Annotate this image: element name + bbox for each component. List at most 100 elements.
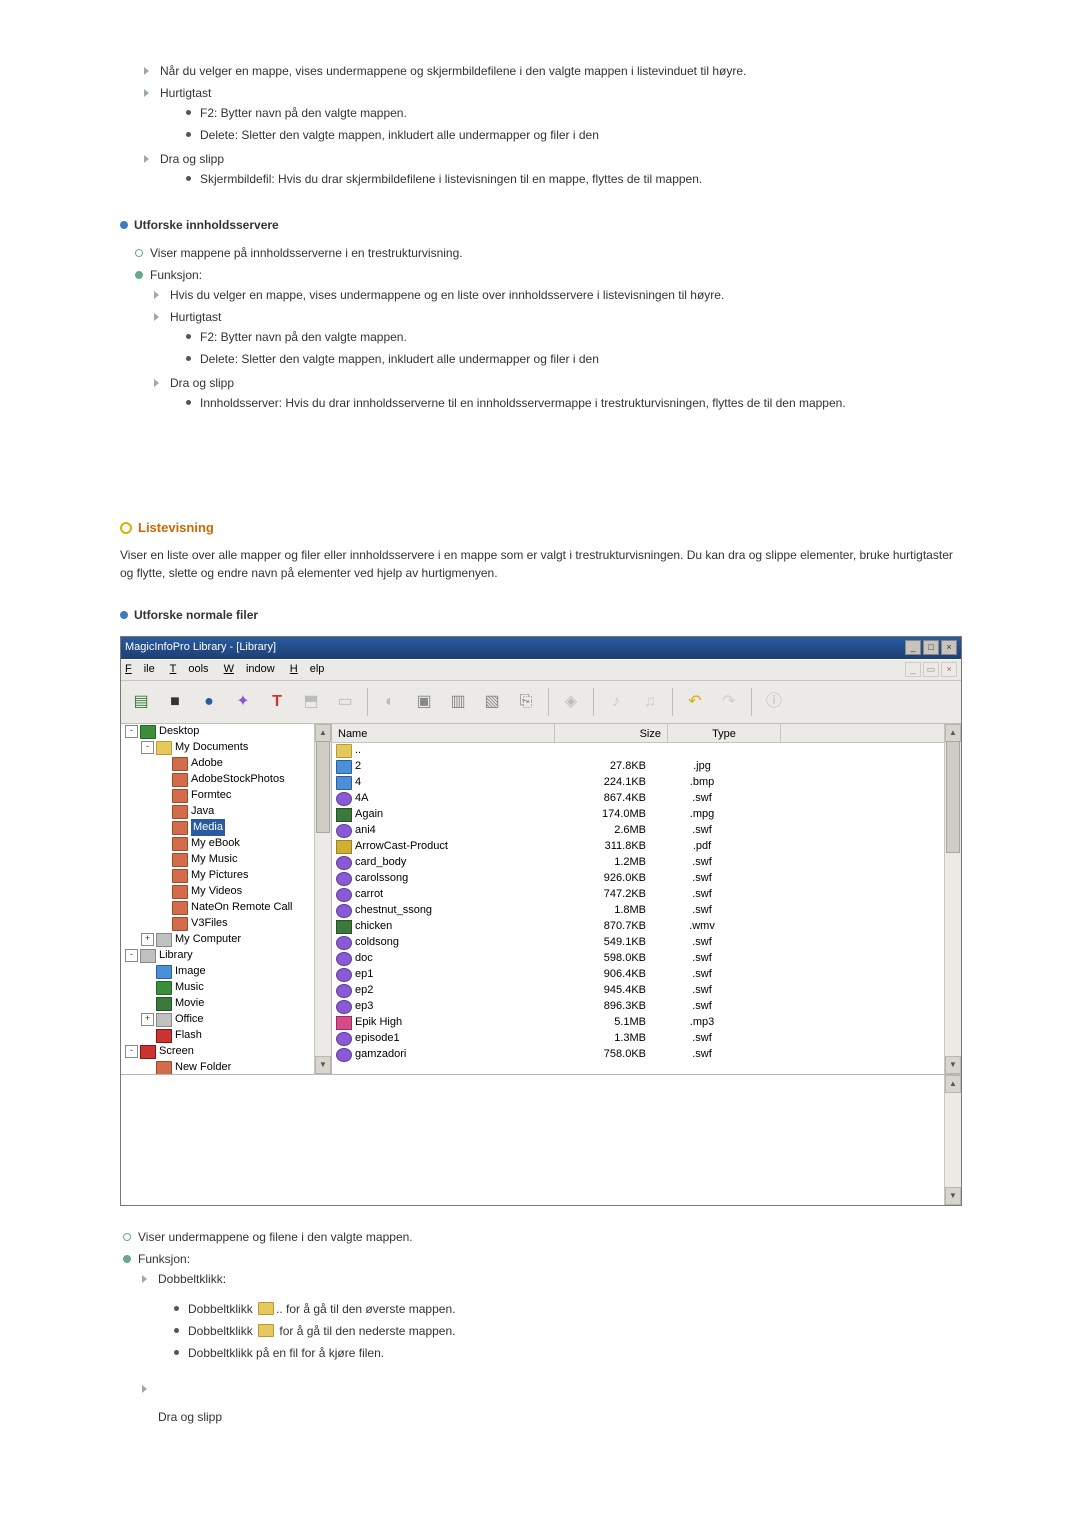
tree-row[interactable]: AdobeStockPhotos bbox=[121, 772, 331, 788]
tool-screen-icon[interactable]: ▤ bbox=[127, 688, 155, 716]
tool-button[interactable]: ● bbox=[195, 688, 223, 716]
img-icon bbox=[336, 776, 352, 790]
tree-row[interactable]: Java bbox=[121, 804, 331, 820]
tool-button[interactable]: ■ bbox=[161, 688, 189, 716]
tree-row[interactable]: NateOn Remote Call bbox=[121, 900, 331, 916]
tool-button[interactable]: ▧ bbox=[478, 688, 506, 716]
file-size: 867.4KB bbox=[546, 790, 652, 807]
file-row[interactable]: carrot747.2KB.swf bbox=[332, 887, 961, 903]
file-row[interactable]: 4A867.4KB.swf bbox=[332, 791, 961, 807]
scroll-down-button[interactable]: ▼ bbox=[945, 1056, 961, 1074]
file-row[interactable]: card_body1.2MB.swf bbox=[332, 855, 961, 871]
scroll-thumb[interactable] bbox=[316, 741, 330, 833]
file-row[interactable]: Again174.0MB.mpg bbox=[332, 807, 961, 823]
tool-button[interactable]: ◈ bbox=[557, 688, 585, 716]
tree-row[interactable]: +Office bbox=[121, 1012, 331, 1028]
tree-label: Screen bbox=[159, 1043, 194, 1060]
file-row[interactable]: chestnut_ssong1.8MB.swf bbox=[332, 903, 961, 919]
tool-button[interactable]: ▥ bbox=[444, 688, 472, 716]
col-name[interactable]: Name bbox=[332, 724, 555, 742]
menu-tools[interactable]: Tools bbox=[170, 663, 209, 675]
file-list[interactable]: ..227.8KB.jpg4224.1KB.bmp4A867.4KB.swfAg… bbox=[332, 743, 961, 1074]
tree-row[interactable]: Media bbox=[121, 820, 331, 836]
intro-item: Dra og slipp Skjermbildefil: Hvis du dra… bbox=[160, 148, 960, 192]
tool-button[interactable]: ⬒ bbox=[297, 688, 325, 716]
maximize-button[interactable]: □ bbox=[923, 640, 939, 655]
list-item: Dobbeltklikk .. for å gå til den øverste… bbox=[188, 1298, 960, 1320]
mdi-minimize[interactable]: _ bbox=[905, 662, 921, 677]
list-pane: Name Size Type ..227.8KB.jpg4224.1KB.bmp… bbox=[332, 724, 961, 1074]
file-row[interactable]: chicken870.7KB.wmv bbox=[332, 919, 961, 935]
expand-toggle[interactable]: - bbox=[125, 1045, 138, 1058]
file-row[interactable]: episode11.3MB.swf bbox=[332, 1031, 961, 1047]
label: Hurtigtast bbox=[160, 86, 211, 100]
file-row[interactable]: ep2945.4KB.swf bbox=[332, 983, 961, 999]
tool-copy-icon[interactable]: ⎘ bbox=[512, 688, 540, 716]
scroll-down-button[interactable]: ▼ bbox=[945, 1187, 961, 1205]
tree-pane[interactable]: -Desktop-My DocumentsAdobeAdobeStockPhot… bbox=[121, 724, 332, 1074]
tool-info-icon[interactable]: ⓘ bbox=[760, 688, 788, 716]
tree-row[interactable]: -Desktop bbox=[121, 724, 331, 740]
tree-row[interactable]: My eBook bbox=[121, 836, 331, 852]
tree-row[interactable]: Movie bbox=[121, 996, 331, 1012]
menu-file[interactable]: File bbox=[125, 663, 155, 675]
tool-undo-icon[interactable]: ↶ bbox=[681, 688, 709, 716]
tool-button[interactable]: ◐ bbox=[376, 688, 404, 716]
tool-button[interactable]: ▭ bbox=[331, 688, 359, 716]
tree-row[interactable]: My Music bbox=[121, 852, 331, 868]
tree-row[interactable]: My Pictures bbox=[121, 868, 331, 884]
tool-button[interactable]: ✦ bbox=[229, 688, 257, 716]
scroll-down-button[interactable]: ▼ bbox=[315, 1056, 331, 1074]
mdi-close[interactable]: × bbox=[941, 662, 957, 677]
tree-row[interactable]: Adobe bbox=[121, 756, 331, 772]
file-row[interactable]: carolssong926.0KB.swf bbox=[332, 871, 961, 887]
expand-toggle[interactable]: - bbox=[125, 949, 138, 962]
tree-row[interactable]: My Videos bbox=[121, 884, 331, 900]
expand-toggle[interactable]: + bbox=[141, 1013, 154, 1026]
scroll-up-button[interactable]: ▲ bbox=[945, 724, 961, 742]
tool-button[interactable]: ♫ bbox=[636, 688, 664, 716]
file-row[interactable]: 4224.1KB.bmp bbox=[332, 775, 961, 791]
file-row[interactable]: gamzadori758.0KB.swf bbox=[332, 1047, 961, 1063]
swf-icon bbox=[336, 792, 352, 806]
close-button[interactable]: × bbox=[941, 640, 957, 655]
tool-button[interactable]: ♪ bbox=[602, 688, 630, 716]
tree-row[interactable]: Flash bbox=[121, 1028, 331, 1044]
mdi-restore[interactable]: ▭ bbox=[923, 662, 939, 677]
tree-row[interactable]: -My Documents bbox=[121, 740, 331, 756]
tree-row[interactable]: Image bbox=[121, 964, 331, 980]
file-row[interactable]: ani42.6MB.swf bbox=[332, 823, 961, 839]
tool-text-icon[interactable]: T bbox=[263, 688, 291, 716]
scrollbar[interactable]: ▲ ▼ bbox=[944, 1075, 961, 1205]
file-row[interactable]: coldsong549.1KB.swf bbox=[332, 935, 961, 951]
tree-row[interactable]: New Folder bbox=[121, 1060, 331, 1074]
scroll-up-button[interactable]: ▲ bbox=[945, 1075, 961, 1093]
tree-row[interactable]: +My Computer bbox=[121, 932, 331, 948]
tree-row[interactable]: -Library bbox=[121, 948, 331, 964]
expand-toggle[interactable]: + bbox=[141, 933, 154, 946]
tool-redo-icon[interactable]: ↷ bbox=[715, 688, 743, 716]
file-row[interactable]: ep1906.4KB.swf bbox=[332, 967, 961, 983]
tree-row[interactable]: - Screen bbox=[121, 1044, 331, 1060]
file-row[interactable]: 227.8KB.jpg bbox=[332, 759, 961, 775]
col-type[interactable]: Type bbox=[668, 724, 781, 742]
col-size[interactable]: Size bbox=[555, 724, 668, 742]
menu-window[interactable]: Window bbox=[224, 663, 275, 675]
expand-toggle[interactable]: - bbox=[141, 741, 154, 754]
tree-row[interactable]: V3Files bbox=[121, 916, 331, 932]
menu-help[interactable]: Help bbox=[290, 663, 325, 675]
scroll-thumb[interactable] bbox=[946, 741, 960, 853]
file-row[interactable]: Epik High5.1MB.mp3 bbox=[332, 1015, 961, 1031]
file-row[interactable]: ep3896.3KB.swf bbox=[332, 999, 961, 1015]
tree-row[interactable]: Music bbox=[121, 980, 331, 996]
file-row[interactable]: doc598.0KB.swf bbox=[332, 951, 961, 967]
tool-button[interactable]: ▣ bbox=[410, 688, 438, 716]
scrollbar[interactable]: ▲ ▼ bbox=[314, 724, 331, 1074]
tree-row[interactable]: Formtec bbox=[121, 788, 331, 804]
file-row[interactable]: .. bbox=[332, 743, 961, 759]
scroll-up-button[interactable]: ▲ bbox=[315, 724, 331, 742]
scrollbar[interactable]: ▲ ▼ bbox=[944, 724, 961, 1074]
file-row[interactable]: ArrowCast-Product311.8KB.pdf bbox=[332, 839, 961, 855]
minimize-button[interactable]: _ bbox=[905, 640, 921, 655]
expand-toggle[interactable]: - bbox=[125, 725, 138, 738]
